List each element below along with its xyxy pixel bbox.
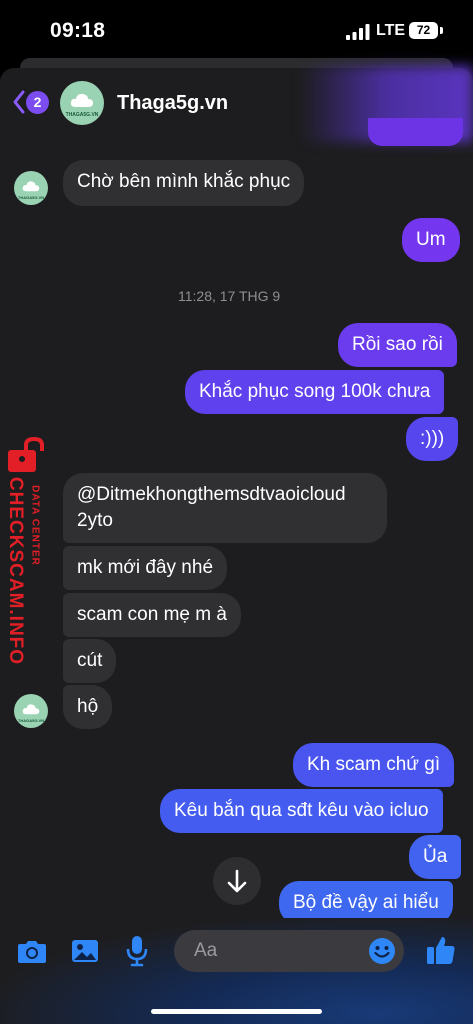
avatar-label: THAGA5G.VN <box>65 112 99 119</box>
message-bubble-incoming[interactable]: scam con mẹ m à <box>63 593 241 637</box>
cloud-logo-icon <box>22 704 40 715</box>
avatar-label: THAGA5G.VN <box>17 194 45 200</box>
back-chevron-icon[interactable] <box>12 90 26 114</box>
battery-indicator: 72 <box>409 22 438 39</box>
sender-avatar[interactable]: THAGA5G.VN <box>14 694 48 728</box>
unread-count-badge[interactable]: 2 <box>26 91 49 114</box>
message-bubble-outgoing[interactable]: Kêu bắn qua sđt kêu vào icluo <box>160 789 443 833</box>
camera-icon[interactable] <box>16 936 48 966</box>
watermark-lock-icon <box>8 437 44 472</box>
message-bubble-incoming[interactable]: hộ <box>63 685 113 729</box>
status-time: 09:18 <box>50 19 106 42</box>
emoji-icon[interactable] <box>368 937 396 965</box>
message-bubble-outgoing[interactable]: Khắc phục song 100k chưa <box>185 370 445 414</box>
cloud-logo-icon <box>22 181 40 192</box>
message-bubble-outgoing[interactable]: Rồi sao rồi <box>338 323 457 367</box>
cloud-logo-icon <box>70 94 93 108</box>
microphone-icon[interactable] <box>125 934 149 968</box>
network-label: LTE <box>376 22 406 39</box>
image-icon[interactable] <box>70 937 100 965</box>
watermark-brand: CHECKSCAM.INFO <box>5 476 26 666</box>
sender-avatar[interactable]: THAGA5G.VN <box>14 171 48 205</box>
home-indicator <box>151 1009 322 1014</box>
signal-icon <box>346 24 370 40</box>
battery-tip <box>440 27 443 34</box>
avatar-label: THAGA5G.VN <box>17 717 45 723</box>
message-bubble-incoming[interactable]: Chờ bên mình khắc phục <box>63 160 305 206</box>
thumbs-up-icon[interactable] <box>425 934 457 966</box>
message-bubble-incoming[interactable]: @Ditmekhongthemsdtvaoicloud 2yto <box>63 473 387 543</box>
message-bubble-outgoing[interactable]: Ủa <box>409 835 462 879</box>
message-bubble-outgoing[interactable]: Kh scam chứ gì <box>293 743 455 787</box>
message-input-placeholder: Aa <box>194 940 218 961</box>
scroll-to-bottom-button[interactable] <box>213 857 261 905</box>
message-bubble-incoming[interactable]: cút <box>63 639 117 683</box>
message-bubble-outgoing[interactable]: Um <box>402 218 460 262</box>
arrow-down-icon <box>227 869 247 893</box>
message-bubble-incoming[interactable]: mk mới đây nhé <box>63 546 228 590</box>
message-text: 2yto <box>77 510 113 531</box>
contact-avatar[interactable]: THAGA5G.VN <box>60 81 104 125</box>
message-bubble-outgoing[interactable]: :))) <box>406 417 459 461</box>
contact-name[interactable]: Thaga5g.vn <box>117 92 228 115</box>
watermark-subtitle: DATA CENTER <box>29 485 41 566</box>
message-text: @Ditmekhongthemsdtvaoicloud <box>77 484 346 505</box>
timestamp-divider: 11:28, 17 THG 9 <box>178 288 281 304</box>
partial-message-bubble <box>368 118 463 146</box>
